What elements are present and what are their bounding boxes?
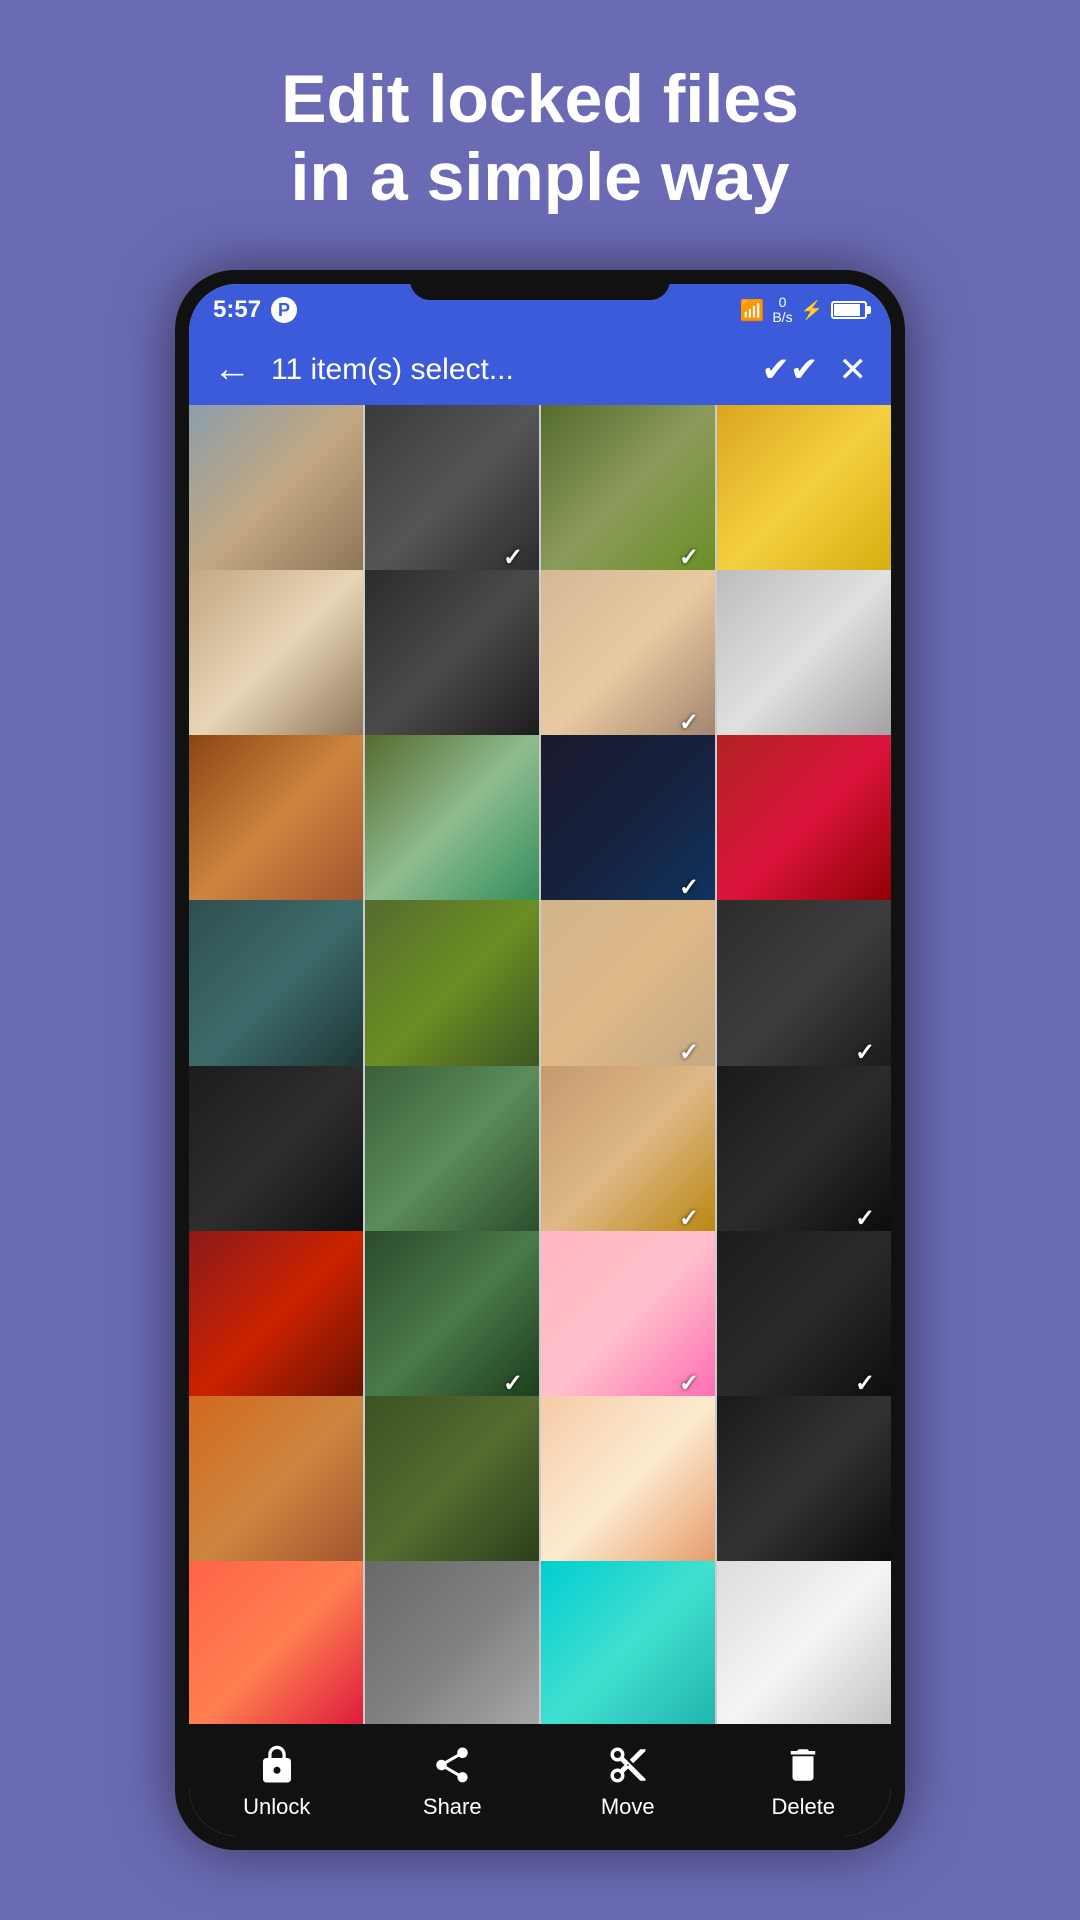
scissors-icon	[607, 1744, 649, 1786]
photo-checkmark-7: ✓	[679, 708, 709, 738]
delete-label: Delete	[771, 1794, 835, 1820]
status-right: 📶 0B/s ⚡	[739, 295, 867, 326]
toolbar: ← 11 item(s) select... ✔✔ ✕	[189, 334, 891, 405]
photo-checkmark-3: ✓	[679, 543, 709, 573]
photo-checkmark-22: ✓	[503, 1369, 533, 1399]
photo-cell-11[interactable]: ✓	[541, 735, 715, 909]
back-button[interactable]: ←	[213, 348, 251, 391]
photo-cell-9[interactable]	[189, 735, 363, 909]
photo-cell-23[interactable]: ✓	[541, 1231, 715, 1405]
photo-checkmark-11: ✓	[679, 873, 709, 903]
photo-cell-8[interactable]	[717, 570, 891, 744]
photo-cell-29[interactable]	[189, 1561, 363, 1724]
photo-cell-17[interactable]	[189, 1066, 363, 1240]
unlock-button[interactable]: Unlock	[227, 1744, 327, 1820]
photo-checkmark-15: ✓	[679, 1038, 709, 1068]
photo-cell-4[interactable]	[717, 405, 891, 579]
phone-screen: 5:57 P 📶 0B/s ⚡ ← 11 item(s) select... ✔…	[189, 284, 891, 1836]
photo-cell-15[interactable]: ✓	[541, 900, 715, 1074]
share-button[interactable]: Share	[402, 1744, 502, 1820]
photo-checkmark-24: ✓	[855, 1369, 885, 1399]
photo-cell-14[interactable]	[365, 900, 539, 1074]
photo-cell-22[interactable]: ✓	[365, 1231, 539, 1405]
select-all-button[interactable]: ✔✔	[762, 350, 819, 390]
photo-cell-20[interactable]: ✓	[717, 1066, 891, 1240]
phone-notch	[410, 270, 670, 300]
photo-cell-21[interactable]	[189, 1231, 363, 1405]
photo-cell-24[interactable]: ✓	[717, 1231, 891, 1405]
phone-frame: 5:57 P 📶 0B/s ⚡ ← 11 item(s) select... ✔…	[175, 270, 905, 1850]
photo-cell-1[interactable]	[189, 405, 363, 579]
wifi-icon: 📶	[739, 298, 764, 323]
photo-cell-19[interactable]: ✓	[541, 1066, 715, 1240]
photo-cell-28[interactable]	[717, 1396, 891, 1570]
photo-checkmark-2: ✓	[503, 543, 533, 573]
battery-fill	[834, 304, 860, 316]
photo-cell-6[interactable]	[365, 570, 539, 744]
photo-cell-10[interactable]	[365, 735, 539, 909]
photo-cell-3[interactable]: ✓	[541, 405, 715, 579]
trash-icon	[782, 1744, 824, 1786]
unlock-label: Unlock	[243, 1794, 310, 1820]
photo-cell-5[interactable]	[189, 570, 363, 744]
delete-button[interactable]: Delete	[753, 1744, 853, 1820]
lock-icon	[256, 1744, 298, 1786]
photo-cell-13[interactable]	[189, 900, 363, 1074]
headline-line2: in a simple way	[291, 139, 790, 215]
share-icon	[431, 1744, 473, 1786]
bottom-bar: Unlock Share Move Delete	[189, 1724, 891, 1836]
photo-checkmark-20: ✓	[855, 1204, 885, 1234]
photo-cell-32[interactable]	[717, 1561, 891, 1724]
close-button[interactable]: ✕	[839, 350, 868, 390]
battery-indicator	[831, 301, 867, 319]
headline: Edit locked files in a simple way	[0, 0, 1080, 256]
share-label: Share	[423, 1794, 482, 1820]
move-label: Move	[601, 1794, 655, 1820]
photo-grid: ✓ ✓ ✓ ✓ ✓ ✓ ✓ ✓ ✓ ✓ ✓	[189, 405, 891, 1724]
photo-cell-31[interactable]	[541, 1561, 715, 1724]
photo-cell-2[interactable]: ✓	[365, 405, 539, 579]
photo-cell-26[interactable]	[365, 1396, 539, 1570]
photo-cell-27[interactable]	[541, 1396, 715, 1570]
photo-cell-18[interactable]	[365, 1066, 539, 1240]
toolbar-title: 11 item(s) select...	[271, 353, 742, 387]
headline-line1: Edit locked files	[281, 61, 799, 137]
photo-cell-7[interactable]: ✓	[541, 570, 715, 744]
photo-cell-12[interactable]	[717, 735, 891, 909]
photo-cell-16[interactable]: ✓	[717, 900, 891, 1074]
photo-cell-30[interactable]	[365, 1561, 539, 1724]
photo-checkmark-23: ✓	[679, 1369, 709, 1399]
photo-checkmark-19: ✓	[679, 1204, 709, 1234]
move-button[interactable]: Move	[578, 1744, 678, 1820]
status-left: 5:57 P	[213, 296, 297, 324]
data-info: 0B/s	[772, 295, 792, 326]
photo-cell-25[interactable]	[189, 1396, 363, 1570]
charging-icon: ⚡	[801, 300, 823, 321]
status-time: 5:57	[213, 296, 261, 324]
photo-checkmark-16: ✓	[855, 1038, 885, 1068]
status-app-icon: P	[271, 297, 297, 323]
